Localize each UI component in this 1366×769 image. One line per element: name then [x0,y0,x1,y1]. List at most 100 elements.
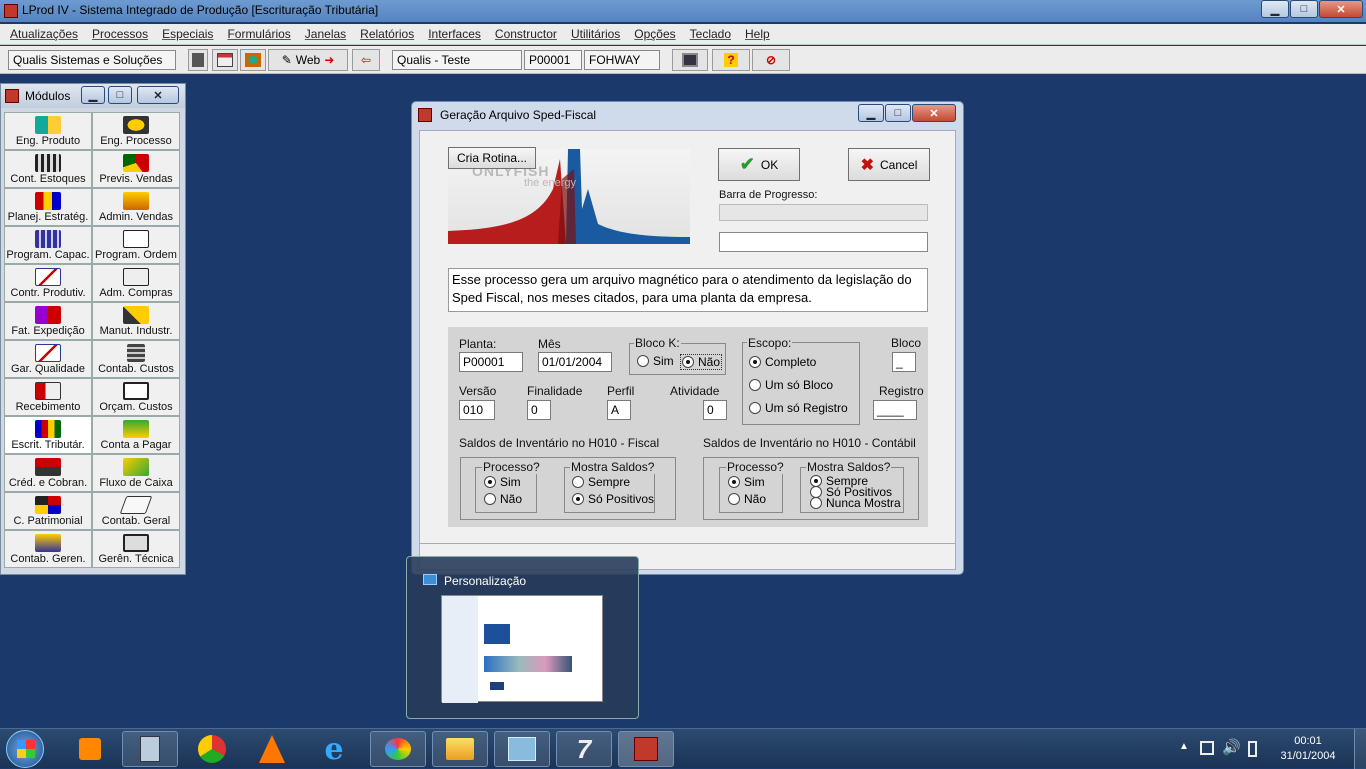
fiscal-processo-nao-radio[interactable]: Não [484,492,522,506]
module-manut-industr[interactable]: Manut. Industr. [92,302,180,340]
module-contr-produtiv[interactable]: Contr. Produtiv. [4,264,92,302]
modules-minimize-button[interactable]: ▁ [81,86,105,104]
close-button[interactable]: ✕ [1319,0,1363,18]
module-cont-estoques[interactable]: Cont. Estoques [4,150,92,188]
bloco-k-nao-radio[interactable]: Não [680,354,723,370]
registro-field[interactable]: ____ [873,400,917,420]
menu-interfaces[interactable]: Interfaces [428,27,481,41]
cancel-button[interactable]: ✖ Cancel [848,148,930,181]
module-orcam-custos[interactable]: Orçam. Custos [92,378,180,416]
menu-teclado[interactable]: Teclado [690,27,731,41]
show-hidden-icons-icon[interactable]: ▲ [1179,741,1189,752]
module-cred-e-cobran[interactable]: Créd. e Cobran. [4,454,92,492]
menu-utilitarios[interactable]: Utilitários [571,27,620,41]
ok-button[interactable]: ✔ OK [718,148,800,181]
dialog-close-button[interactable]: ✕ [912,104,956,122]
module-admin-vendas[interactable]: Admin. Vendas [92,188,180,226]
fiscal-sempre-radio[interactable]: Sempre [572,475,630,489]
contabil-processo-sim-radio[interactable]: Sim [728,475,765,489]
module-adm-compras[interactable]: Adm. Compras [92,264,180,302]
versao-field[interactable]: 010 [459,400,495,420]
module-gar-qualidade[interactable]: Gar. Qualidade [4,340,92,378]
stop-button[interactable]: ⊘ [752,49,790,71]
monitor-button[interactable] [672,49,708,71]
escopo-completo-radio[interactable]: Completo [749,355,816,369]
menu-relatorios[interactable]: Relatórios [360,27,414,41]
module-planej-estrateg[interactable]: Planej. Estratég. [4,188,92,226]
dialog-maximize-button[interactable]: □ [885,104,911,122]
taskbar-chrome[interactable] [184,731,240,767]
maximize-button[interactable]: □ [1290,0,1318,18]
module-recebimento[interactable]: Recebimento [4,378,92,416]
contabil-processo-nao-radio[interactable]: Não [728,492,766,506]
escopo-bloco-radio[interactable]: Um só Bloco [749,378,833,392]
module-geren-tecnica[interactable]: Gerên. Técnica [92,530,180,568]
bloco-k-sim-radio[interactable]: Sim [637,354,674,368]
taskbar-7zip[interactable]: 7 [556,731,612,767]
calendar-button[interactable] [212,49,238,71]
company-field: Qualis Sistemas e Soluções [8,50,176,70]
menu-formularios[interactable]: Formulários [227,27,290,41]
module-eng-processo[interactable]: Eng. Processo [92,112,180,150]
escopo-registro-radio[interactable]: Um só Registro [749,401,848,415]
mes-field[interactable]: 01/01/2004 [538,352,612,372]
menu-atualizacoes[interactable]: Atualizações [10,27,78,41]
module-program-ordem[interactable]: Program. Ordem [92,226,180,264]
show-desktop-button[interactable] [1354,729,1366,769]
battery-icon[interactable] [1248,741,1257,757]
taskbar-media-player[interactable] [62,731,118,767]
module-conta-a-pagar[interactable]: Conta a Pagar [92,416,180,454]
module-contab-geral[interactable]: Contab. Geral [92,492,180,530]
module-c-patrimonial[interactable]: C. Patrimonial [4,492,92,530]
module-escrit-tributar[interactable]: Escrit. Tributár. [4,416,92,454]
contabil-nunca-mostra-radio[interactable]: Nunca Mostra [810,497,901,509]
taskbar-paint[interactable] [370,731,426,767]
taskbar-thumbnail[interactable]: Personalização [406,556,639,719]
taskbar-calculator[interactable] [122,731,178,767]
menu-opcoes[interactable]: Opções [634,27,675,41]
cria-rotina-button[interactable]: Cria Rotina... [448,147,536,169]
perfil-field[interactable]: A [607,400,631,420]
module-previs-vendas[interactable]: Previs. Vendas [92,150,180,188]
modules-maximize-button[interactable]: □ [108,86,132,104]
taskbar-vlc[interactable] [244,731,300,767]
menu-constructor[interactable]: Constructor [495,27,557,41]
bloco-field[interactable]: _ [892,352,916,372]
taskbar-control-panel[interactable] [494,731,550,767]
modules-close-button[interactable]: ✕ [137,86,179,104]
module-icon [35,116,61,134]
clock[interactable]: 00:01 31/01/2004 [1270,734,1346,764]
module-fat-expedicao[interactable]: Fat. Expedição [4,302,92,340]
minimize-button[interactable]: ▁ [1261,0,1289,18]
menu-processos[interactable]: Processos [92,27,148,41]
modules-icon [5,89,19,103]
fiscal-so-positivos-radio[interactable]: Só Positivos [572,492,654,506]
taskbar-explorer[interactable] [432,731,488,767]
menu-janelas[interactable]: Janelas [305,27,346,41]
menu-especiais[interactable]: Especiais [162,27,213,41]
fiscal-processo-sim-radio[interactable]: Sim [484,475,521,489]
module-icon [35,154,61,172]
registro-label: Registro [879,384,924,398]
web-button[interactable]: ✎ Web ➜ [268,49,348,71]
planta-field[interactable]: P00001 [459,352,523,372]
module-fluxo-de-caixa[interactable]: Fluxo de Caixa [92,454,180,492]
help-button[interactable]: ? [712,49,750,71]
atividade-field[interactable]: 0 [703,400,727,420]
calculator-button[interactable] [188,49,208,71]
start-button[interactable] [6,730,44,768]
taskbar-lprod[interactable] [618,731,674,767]
tools-button[interactable] [240,49,266,71]
menu-help[interactable]: Help [745,27,770,41]
dialog-minimize-button[interactable]: ▁ [858,104,884,122]
taskbar-internet-explorer[interactable]: e [306,731,362,767]
finalidade-field[interactable]: 0 [527,400,551,420]
module-program-capac[interactable]: Program. Capac. [4,226,92,264]
module-contab-custos[interactable]: Contab. Custos [92,340,180,378]
clock-date: 31/01/2004 [1280,750,1336,762]
exit-button[interactable]: ⇦ [352,49,380,71]
network-icon[interactable] [1200,741,1214,755]
volume-icon[interactable]: 🔊 [1222,738,1241,756]
module-contab-geren[interactable]: Contab. Geren. [4,530,92,568]
module-eng-produto[interactable]: Eng. Produto [4,112,92,150]
